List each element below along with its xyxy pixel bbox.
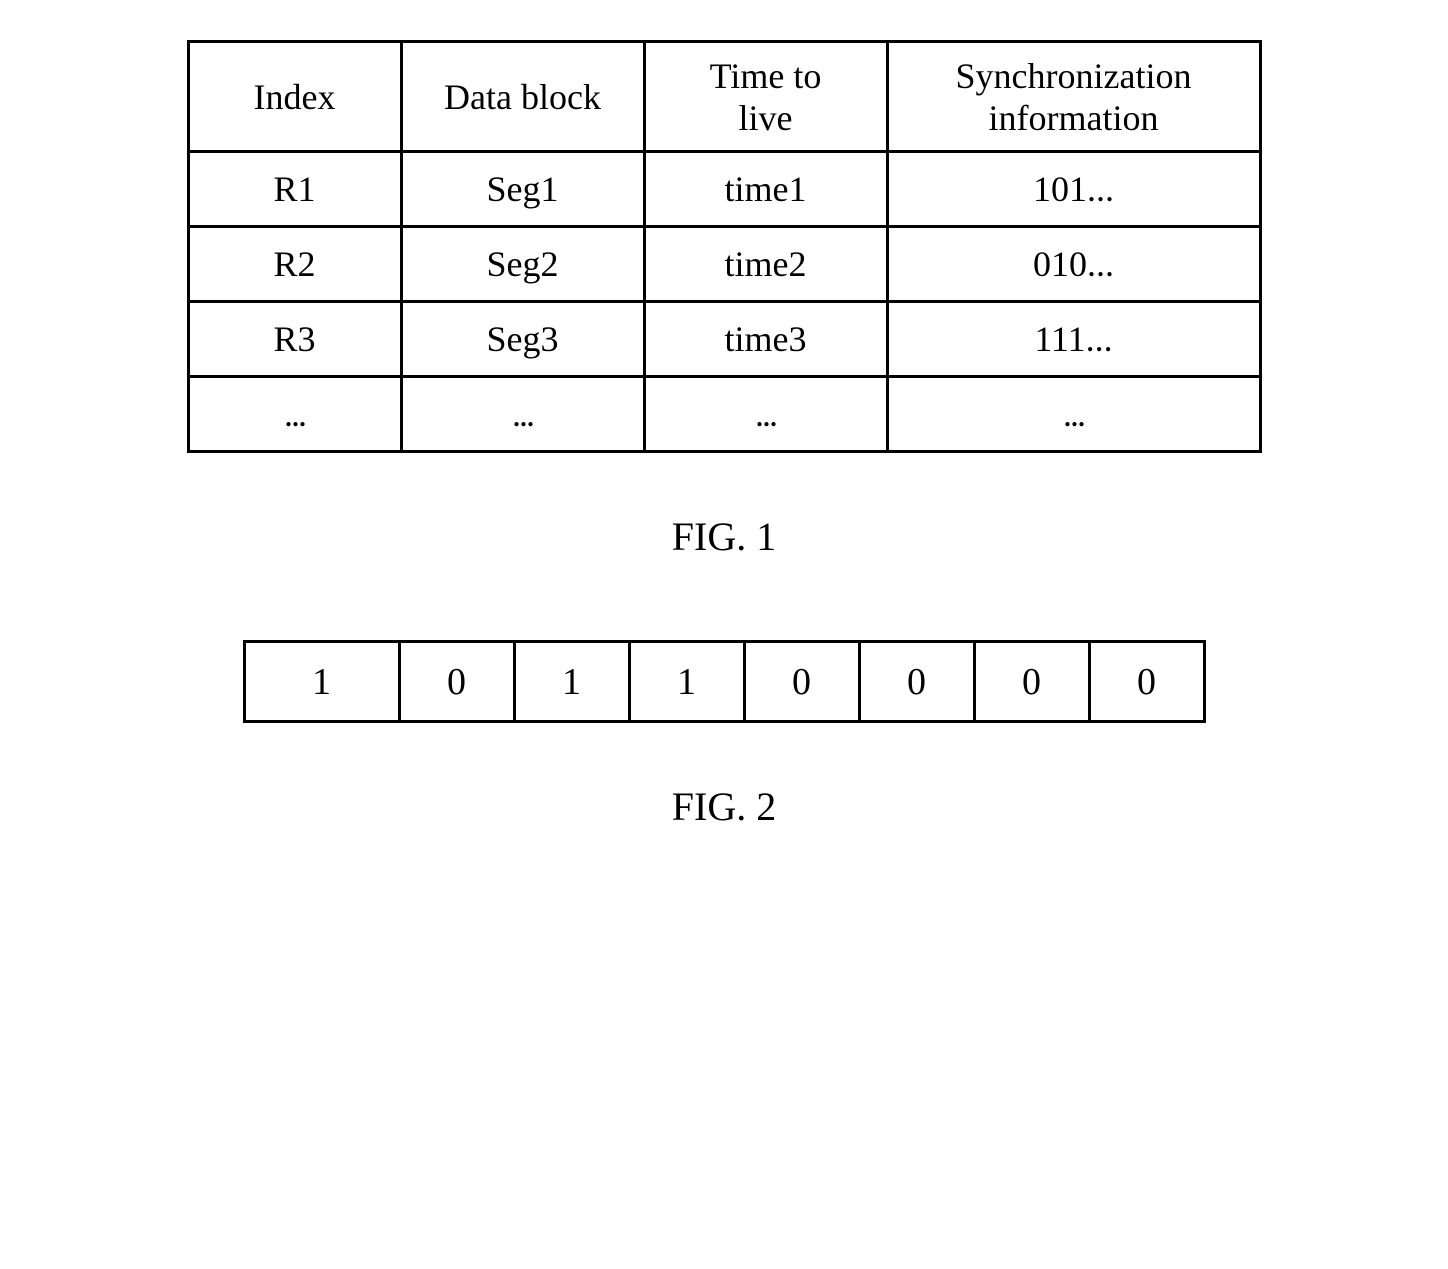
fig2-table: 1 0 1 1 0 0 0 0 [243, 640, 1206, 723]
bit-cell: 0 [974, 642, 1089, 722]
bit-cell: 0 [1089, 642, 1204, 722]
table-row: R2 Seg2 time2 010... [188, 227, 1260, 302]
cell-block: Seg2 [401, 227, 644, 302]
fig2-caption: FIG. 2 [124, 783, 1324, 830]
cell-block: Seg1 [401, 152, 644, 227]
bit-cell: 0 [744, 642, 859, 722]
bit-cell: 1 [629, 642, 744, 722]
cell-index: R3 [188, 302, 401, 377]
cell-time: ... [644, 377, 887, 452]
cell-time: time1 [644, 152, 887, 227]
cell-block: Seg3 [401, 302, 644, 377]
cell-sync: 101... [887, 152, 1260, 227]
cell-time: time3 [644, 302, 887, 377]
fig1-header-row: Index Data block Time to live Synchroniz… [188, 42, 1260, 152]
diagram-container: Index Data block Time to live Synchroniz… [124, 40, 1324, 830]
table-row: R3 Seg3 time3 111... [188, 302, 1260, 377]
table-row: ... ... ... ... [188, 377, 1260, 452]
table-row: R1 Seg1 time1 101... [188, 152, 1260, 227]
cell-sync: 111... [887, 302, 1260, 377]
cell-block: ... [401, 377, 644, 452]
header-index: Index [188, 42, 401, 152]
cell-index: ... [188, 377, 401, 452]
cell-sync: 010... [887, 227, 1260, 302]
fig1-table: Index Data block Time to live Synchroniz… [187, 40, 1262, 453]
bit-cell: 0 [399, 642, 514, 722]
cell-time: time2 [644, 227, 887, 302]
fig1-caption: FIG. 1 [124, 513, 1324, 560]
header-data-block: Data block [401, 42, 644, 152]
bit-row: 1 0 1 1 0 0 0 0 [244, 642, 1204, 722]
bit-cell: 1 [244, 642, 399, 722]
cell-index: R2 [188, 227, 401, 302]
cell-sync: ... [887, 377, 1260, 452]
cell-index: R1 [188, 152, 401, 227]
header-time-to-live: Time to live [644, 42, 887, 152]
bit-cell: 0 [859, 642, 974, 722]
header-sync-info: Synchronization information [887, 42, 1260, 152]
bit-cell: 1 [514, 642, 629, 722]
